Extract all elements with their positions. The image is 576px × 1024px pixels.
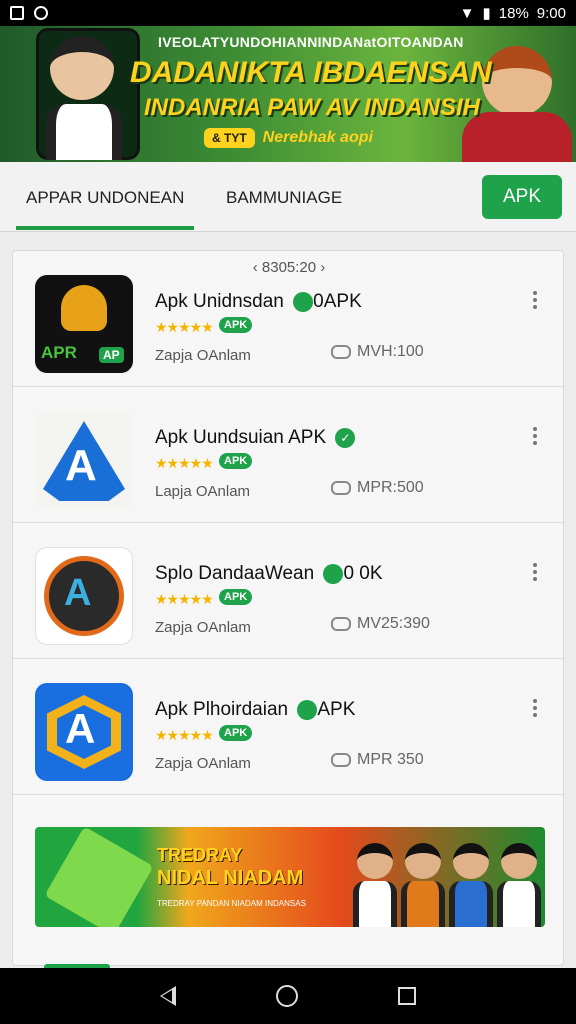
banner-chip-row: & TYT Nerebhak aopi [204,128,373,148]
developer-name: Lapja OAnlam [155,483,251,500]
download-size: MPR:500 [331,479,424,497]
list-item[interactable]: A Apk Plhoirdaian APK ★★★★★ APK Zapja OA… [13,659,565,795]
kite-illustration [44,827,154,927]
developer-name: Zapja OAnlam [155,347,251,364]
verified-icon: ✓ [335,427,356,448]
developer-name: Zapja OAnlam [155,619,251,636]
app-list-card: ‹ 8305:20 › APR AP Apk Unidnsdan 0APK ★★… [12,250,565,966]
clock: 9:00 [536,4,566,22]
size-text: MV25:390 [357,615,430,632]
size-text: MPR 350 [357,751,424,768]
recent-apps-icon[interactable] [398,987,416,1005]
app-icon-circle[interactable]: A [35,547,133,645]
apk-badge: APK [219,453,253,469]
tab-apps[interactable]: APPAR UNDONEAN [26,188,184,208]
kid-body-illustration [46,104,122,160]
home-icon[interactable] [276,985,298,1007]
battery-level: 18% [498,4,529,22]
notification-icon [10,6,24,20]
banner-chip: & TYT [204,128,255,148]
apk-badge: APK [219,725,253,741]
app-icon-hexagon[interactable]: A [35,683,133,781]
promo-line3: TREDRAY PANDAN NIADAM INDANSAS [157,899,306,908]
developer-name: Zapja OAnlam [155,755,251,772]
app-name[interactable]: Apk Uundsuian APK ✓ [155,427,356,449]
tab-games[interactable]: BAMMUNIAGE [226,188,342,208]
back-icon[interactable] [160,986,176,1006]
more-options-icon[interactable] [533,699,539,717]
kid-illustration [50,36,114,100]
download-icon [331,753,351,767]
rating-stars: ★★★★★ [155,319,214,335]
download-size: MVH:100 [331,343,424,361]
more-options-icon[interactable] [533,427,539,445]
signal-icon: ▮ [482,5,491,22]
banner-chip-text: Nerebhak aopi [262,129,373,146]
system-nav-bar [0,968,576,1024]
rating-stars: ★★★★★ [155,727,214,743]
rating-stars: ★★★★★ [155,455,214,471]
app-name-text: Apk Plhoirdaian [155,699,289,720]
verified-icon [293,291,314,312]
wifi-icon: ▼ [459,4,475,22]
list-item[interactable]: APR AP Apk Unidnsdan 0APK ★★★★★ APK Zapj… [13,251,565,387]
app-name[interactable]: Apk Unidnsdan 0APK [155,291,362,313]
size-text: MPR:500 [357,479,424,496]
apk-button[interactable]: APK [482,175,562,219]
app-icon-garuda[interactable]: APR AP [35,275,133,373]
app-suffix: APK [317,699,356,720]
app-suffix: 0 0K [343,563,383,584]
tab-bar: APPAR UNDONEAN BAMMUNIAGE APK [0,162,576,232]
app-icon-label: APR [41,343,77,362]
promo-line1: TREDRAY [157,845,243,865]
active-tab-indicator [16,226,194,230]
app-suffix: 0APK [313,291,362,312]
download-icon [331,345,351,359]
rating-stars: ★★★★★ [155,591,214,607]
list-item[interactable]: A Apk Uundsuian APK ✓ ★★★★★ APK Lapja OA… [13,387,565,523]
verified-icon [323,563,344,584]
verified-icon [297,699,318,720]
app-name-text: Apk Unidnsdan [155,291,284,312]
top-banner[interactable]: IVEOLATYUNDOHIANNINDANatOITOANDAN DADANI… [0,26,576,162]
download-icon [331,617,351,631]
app-name[interactable]: Apk Plhoirdaian APK [155,699,355,721]
apk-badge: APK [219,317,253,333]
app-name-text: Apk Uundsuian APK [155,427,327,448]
banner-headline: DADANIKTA IBDAENSAN [130,56,492,89]
download-size: MPR 350 [331,751,424,769]
status-bar: ▼ ▮ 18% 9:00 [0,0,576,26]
more-options-icon[interactable] [533,291,539,309]
app-name-text: Splo DandaaWean [155,563,315,584]
promo-line2: NIDAL NIADAM [157,867,304,889]
settings-icon [34,6,48,20]
more-options-icon[interactable] [533,563,539,581]
banner-subline: INDANRIA PAW AV INDANSIH [144,94,480,121]
promo-banner[interactable]: TREDRAY NIDAL NIADAM TREDRAY PANDAN NIAD… [35,827,545,927]
download-size: MV25:390 [331,615,430,633]
app-icon-badge: AP [99,347,124,363]
kids-illustration [353,835,543,927]
download-icon [331,481,351,495]
size-text: MVH:100 [357,343,424,360]
list-item[interactable]: A Splo DandaaWean 0 0K ★★★★★ APK Zapja O… [13,523,565,659]
app-name[interactable]: Splo DandaaWean 0 0K [155,563,383,585]
banner-top-line: IVEOLATYUNDOHIANNINDANatOITOANDAN [158,34,464,50]
app-icon-appstore[interactable]: A [35,411,133,509]
apk-badge: APK [219,589,253,605]
